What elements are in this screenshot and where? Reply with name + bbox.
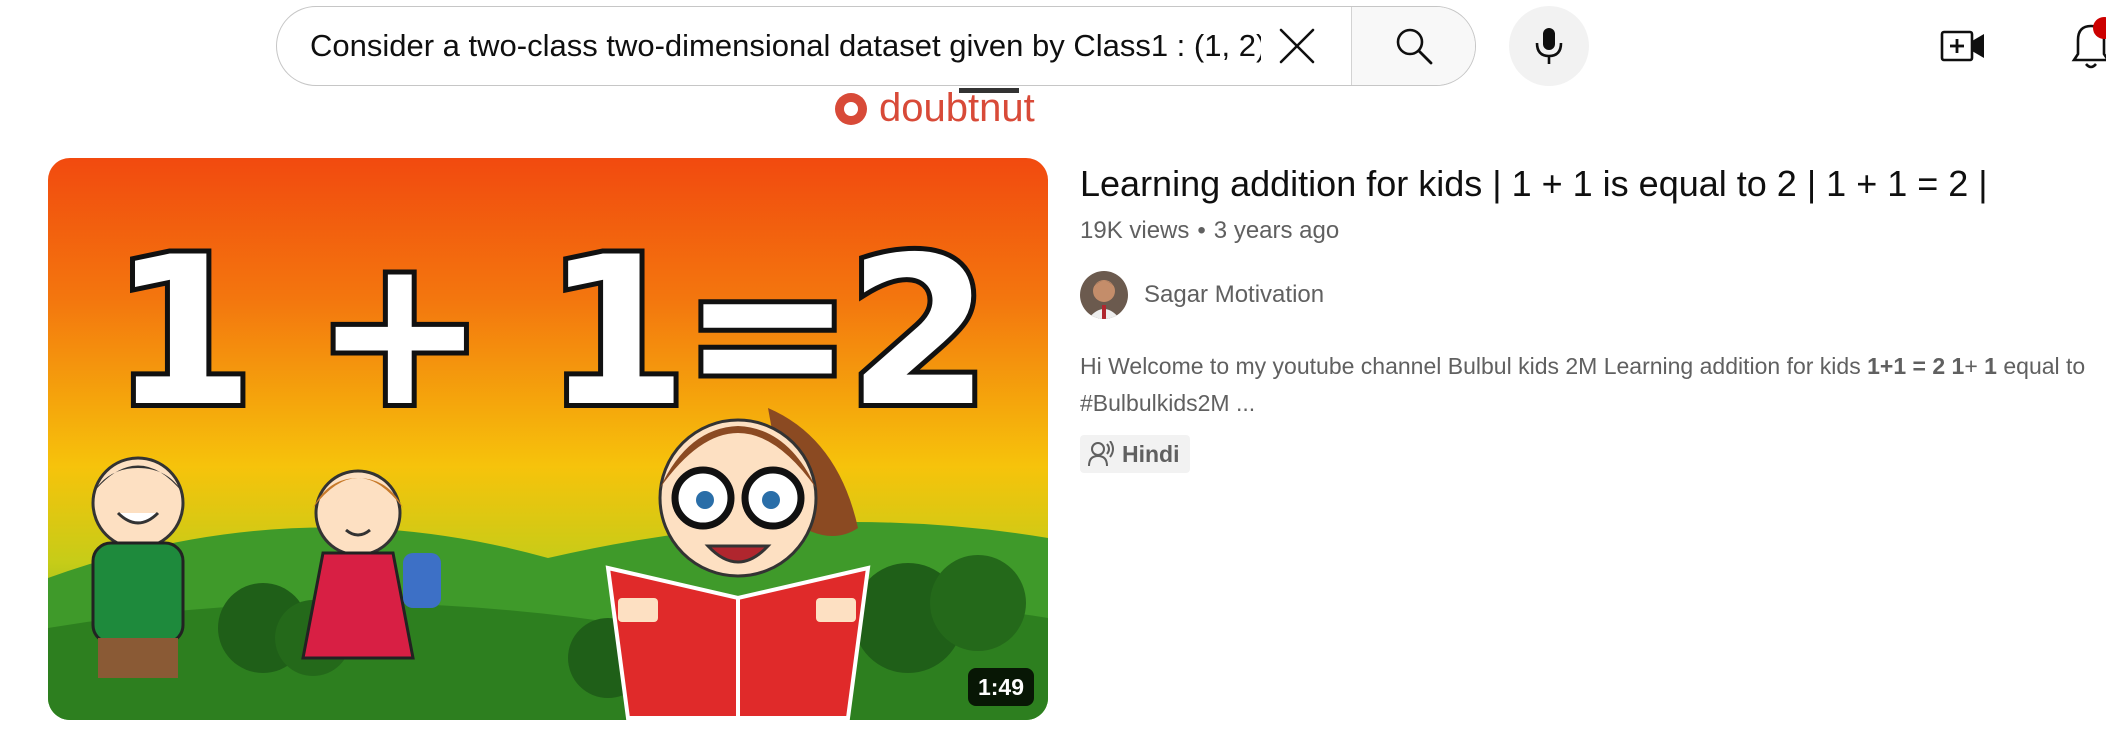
video-thumbnail[interactable]: 1 + 1=2 1:49 xyxy=(48,158,1048,720)
mic-icon xyxy=(1535,28,1563,64)
search-icon xyxy=(1396,28,1432,65)
voice-search-button[interactable] xyxy=(1509,6,1589,86)
description-highlight: 1 xyxy=(1951,353,1965,379)
video-camera-plus-icon xyxy=(1940,30,1984,62)
description-text: equal to xyxy=(1996,353,2086,379)
description-highlight: 1 xyxy=(1867,353,1880,379)
description-highlight: 2 xyxy=(1932,353,1946,379)
search-box xyxy=(276,6,1476,86)
brand-logo: doubtnut xyxy=(829,88,1044,130)
bell-icon xyxy=(2071,17,2106,69)
description-line-2: #Bulbulkids2M ... xyxy=(1080,390,1256,416)
channel-row: Sagar Motivation xyxy=(1080,270,1324,320)
search-input[interactable] xyxy=(277,7,1261,85)
search-results-page: doubtnut 1 xyxy=(0,0,2106,732)
notifications-button[interactable] xyxy=(2066,16,2106,76)
video-metadata: 19K views • 3 years ago xyxy=(1080,214,1339,248)
brand-logo-text: doubtnut xyxy=(879,88,1035,130)
search-button[interactable] xyxy=(1351,7,1475,85)
thumbnail-image: 1 + 1=2 xyxy=(48,158,1048,720)
description-highlight: 1 xyxy=(1893,353,1907,379)
clear-search-button[interactable] xyxy=(1261,7,1333,85)
audio-track-icon xyxy=(1088,441,1114,467)
metadata-separator: • xyxy=(1197,217,1206,244)
description-highlight: 1 xyxy=(1984,353,1997,379)
view-count: 19K views xyxy=(1080,217,1190,244)
channel-name[interactable]: Sagar Motivation xyxy=(1144,281,1324,309)
description-text: + xyxy=(1964,353,1985,379)
close-icon xyxy=(1279,28,1315,64)
thumbnail-caption: 1 + 1=2 xyxy=(112,214,984,452)
video-title[interactable]: Learning addition for kids | 1 + 1 is eq… xyxy=(1080,160,2106,208)
description-text: Hi Welcome to my youtube channel Bulbul … xyxy=(1080,353,1868,379)
channel-avatar[interactable] xyxy=(1080,271,1128,319)
video-duration: 1:49 xyxy=(967,668,1034,706)
create-button[interactable] xyxy=(1935,18,1991,74)
description-line-1: Hi Welcome to my youtube channel Bulbul … xyxy=(1080,348,2106,385)
video-description: Hi Welcome to my youtube channel Bulbul … xyxy=(1080,348,2106,422)
audio-language-label: Hindi xyxy=(1122,440,1180,467)
upload-age: 3 years ago xyxy=(1213,217,1340,244)
description-highlight: = xyxy=(1906,353,1933,379)
description-highlight: + xyxy=(1879,353,1894,379)
audio-language-badge: Hindi xyxy=(1080,435,1190,473)
